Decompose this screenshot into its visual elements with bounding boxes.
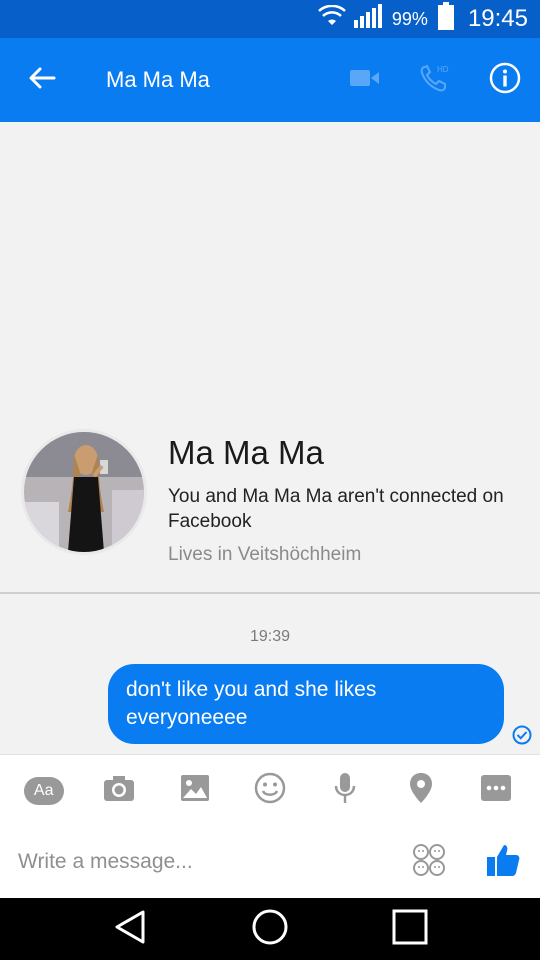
like-button[interactable] [466,826,540,898]
svg-text:HD: HD [437,65,449,74]
hd-call-icon: HD [419,63,451,98]
profile-name: Ma Ma Ma [168,434,324,471]
conversation-header: Ma Ma Ma HD [0,38,540,122]
divider [0,592,540,594]
location-button[interactable] [394,764,448,818]
message-timestamp: 19:39 [249,628,291,645]
video-call-button[interactable] [330,38,400,122]
composer-input-row [0,826,540,898]
recents-square-icon [392,909,428,950]
text-format-button[interactable]: Aa [17,764,71,818]
profile-location: Lives in Veitshöchheim [168,544,362,565]
signal-icon [353,4,384,34]
nav-recents-button[interactable] [375,898,445,960]
text-format-icon: Aa [23,776,64,805]
back-arrow-icon [28,66,56,95]
avatar[interactable] [24,432,144,552]
sent-check-icon [512,725,532,745]
emoji-icon [254,772,286,809]
info-icon [489,62,521,99]
battery-icon [437,2,454,36]
stickers-button[interactable] [392,826,466,898]
nav-home-button[interactable] [235,898,305,960]
system-nav-bar [0,898,540,960]
camera-button[interactable] [92,764,146,818]
home-circle-icon [251,908,289,951]
back-button[interactable] [0,38,84,122]
wifi-icon [318,4,346,33]
voice-message-button[interactable] [318,764,372,818]
video-call-icon [350,68,380,93]
conversation-title: Ma Ma Ma [106,67,210,92]
battery-percent: 99% [391,8,428,29]
status-time: 19:45 [467,5,528,32]
gallery-icon [180,774,210,807]
more-options-button[interactable] [469,764,523,818]
profile-card: Ma Ma Ma You and Ma Ma Ma aren't connect… [0,422,540,588]
status-bar: 99% 19:45 [0,0,540,38]
nav-back-button[interactable] [95,898,165,960]
conversation-area[interactable]: Ma Ma Ma You and Ma Ma Ma aren't connect… [0,122,540,754]
message-input[interactable] [0,832,392,892]
connection-status-text: You and Ma Ma Ma aren't connected on Fac… [168,486,504,532]
back-triangle-icon [113,909,147,950]
sent-message-bubble[interactable]: don't like you and she likes everyoneeee [108,664,504,744]
gallery-button[interactable] [168,764,222,818]
hd-call-button[interactable]: HD [400,38,470,122]
thumbs-up-icon [486,843,520,882]
emoji-button[interactable] [243,764,297,818]
camera-icon [103,774,135,807]
location-icon [409,772,433,809]
microphone-icon [334,772,356,809]
info-button[interactable] [470,38,540,122]
more-icon [480,774,512,807]
composer-toolbar: Aa [0,754,540,826]
stickers-icon [412,843,446,882]
